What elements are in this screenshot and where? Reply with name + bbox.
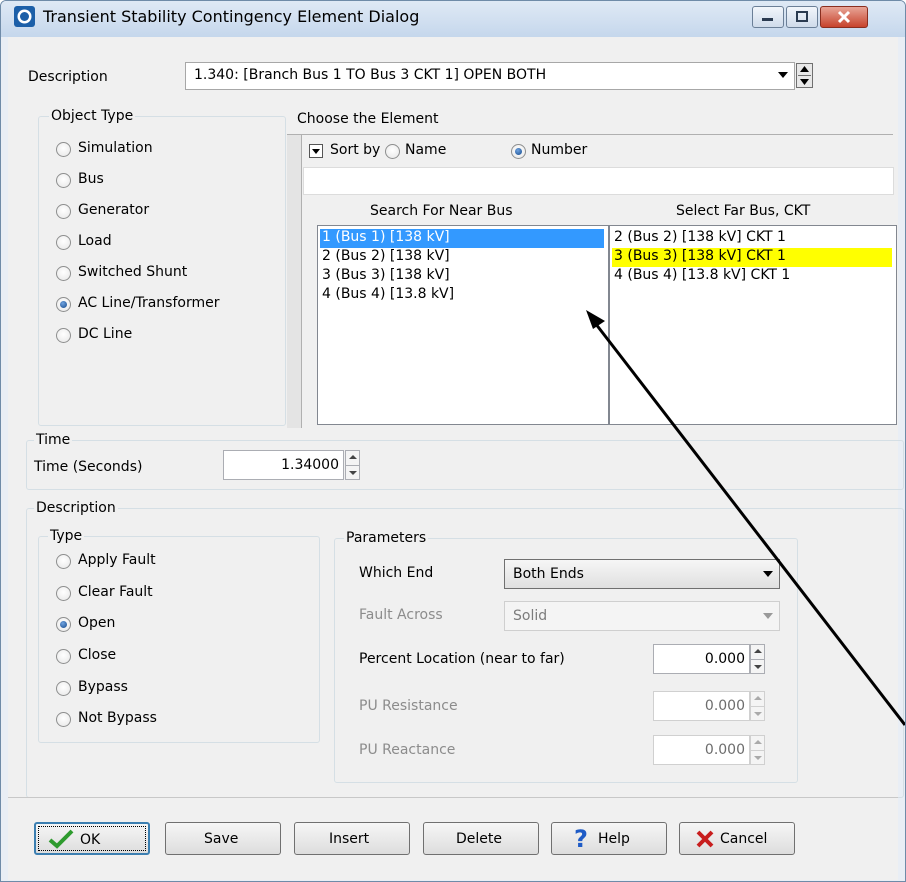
- dialog-window: Transient Stability Contingency Element …: [0, 0, 906, 882]
- annotation-arrow: [586, 310, 905, 726]
